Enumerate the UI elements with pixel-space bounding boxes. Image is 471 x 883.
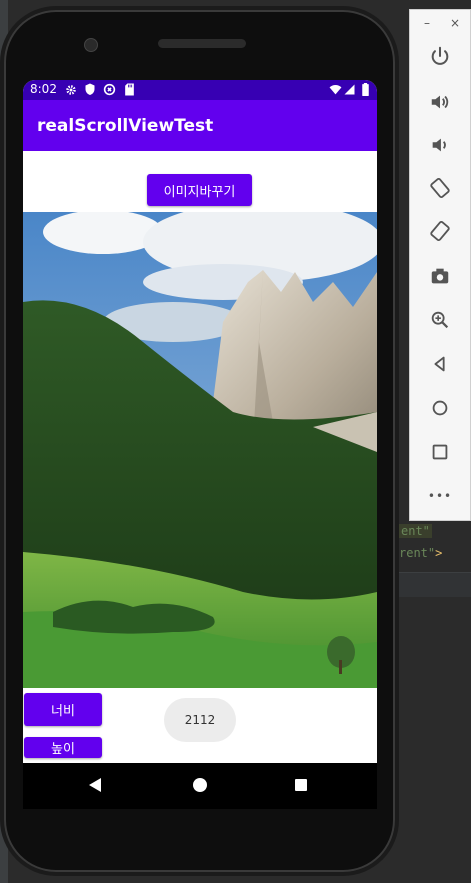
zoom-icon — [431, 311, 449, 329]
app-title: realScrollViewTest — [37, 116, 214, 136]
phone-screen: 8:02 realScrollViewTest 이미지바꾸기 너비 높이 211… — [23, 80, 377, 763]
rotate-right-button[interactable] — [424, 215, 456, 247]
sync-icon — [103, 83, 116, 96]
ide-editor-area — [399, 598, 471, 883]
back-icon — [434, 356, 445, 372]
status-bar: 8:02 — [23, 80, 377, 100]
more-button[interactable]: ••• — [424, 480, 456, 512]
overview-button[interactable] — [424, 436, 456, 468]
ide-code-line-2: rent"> — [399, 546, 442, 560]
ide-tool-stripe — [399, 572, 471, 597]
rotate-right-icon — [430, 220, 450, 242]
height-button[interactable]: 높이 — [24, 737, 102, 758]
volume-up-icon — [431, 95, 449, 109]
more-icon: ••• — [427, 489, 453, 503]
wifi-icon — [329, 84, 342, 95]
power-icon — [431, 46, 449, 65]
overview-icon — [432, 444, 448, 460]
width-button[interactable]: 너비 — [24, 693, 102, 726]
gear-icon — [66, 85, 76, 95]
emulator-side-panel: – × ••• — [409, 9, 471, 521]
android-nav-bar — [23, 763, 377, 809]
zoom-button[interactable] — [424, 304, 456, 336]
volume-up-button[interactable] — [424, 86, 456, 118]
volume-down-button[interactable] — [424, 129, 456, 161]
ide-code-line-1: ent" — [399, 524, 432, 538]
value-display: 2112 — [164, 698, 236, 742]
signal-icon — [344, 84, 355, 95]
battery-icon — [362, 83, 369, 96]
mountain-landscape-illustration — [23, 212, 377, 688]
status-time: 8:02 — [30, 82, 57, 96]
shield-icon — [85, 83, 95, 95]
rotate-left-button[interactable] — [424, 172, 456, 204]
rotate-left-icon — [430, 177, 450, 199]
nav-home-icon[interactable] — [193, 778, 207, 792]
ide-code-line-2-text: rent" — [399, 546, 436, 560]
back-button[interactable] — [424, 348, 456, 380]
nav-recents-icon[interactable] — [295, 779, 307, 791]
nav-back-icon[interactable] — [89, 778, 101, 792]
close-button[interactable]: × — [450, 16, 460, 30]
earpiece-speaker — [158, 39, 246, 48]
window-controls: – × — [410, 16, 471, 34]
home-icon — [432, 400, 448, 416]
camera-icon — [431, 268, 449, 284]
app-bar: realScrollViewTest — [23, 100, 377, 151]
sd-card-icon — [125, 83, 134, 96]
landscape-image — [23, 212, 377, 688]
power-button[interactable] — [424, 40, 456, 72]
home-button[interactable] — [424, 392, 456, 424]
change-image-button[interactable]: 이미지바꾸기 — [147, 174, 252, 206]
ide-code-line-2-bracket: > — [435, 546, 443, 560]
screenshot-button[interactable] — [424, 260, 456, 292]
volume-down-icon — [432, 138, 446, 152]
minimize-button[interactable]: – — [424, 16, 430, 30]
front-camera — [84, 38, 98, 52]
